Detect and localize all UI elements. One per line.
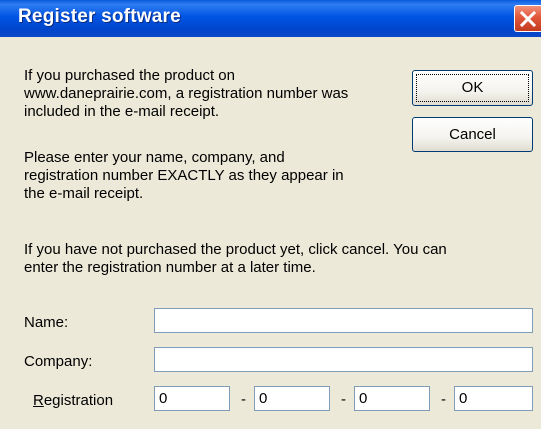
cancel-info-text: If you have not purchased the product ye…: [24, 241, 447, 276]
registration-field-3[interactable]: 0: [354, 386, 430, 411]
cancel-button[interactable]: Cancel: [412, 117, 533, 152]
company-label: Company:: [24, 353, 93, 370]
registration-label: Registration: [33, 392, 114, 409]
registration-separator: -: [241, 391, 246, 408]
close-icon: [520, 11, 536, 27]
registration-separator: -: [341, 391, 346, 408]
registration-separator: -: [441, 391, 446, 408]
window-title: Register software: [18, 6, 181, 27]
company-field[interactable]: [154, 347, 533, 372]
name-field[interactable]: [154, 308, 533, 333]
registration-field-2[interactable]: 0: [254, 386, 330, 411]
ok-button[interactable]: OK: [412, 70, 533, 106]
purchase-info-text: If you purchased the product on www.dane…: [24, 67, 349, 120]
name-label: Name:: [24, 314, 69, 331]
instruction-text: Please enter your name, company, and reg…: [24, 149, 344, 202]
registration-field-4[interactable]: 0: [454, 386, 533, 411]
title-bar[interactable]: Register software: [0, 0, 541, 37]
registration-field-1[interactable]: 0: [154, 386, 230, 411]
close-button[interactable]: [514, 5, 541, 32]
dialog-body: If you purchased the product on www.dane…: [0, 37, 541, 429]
ok-button-label: OK: [416, 74, 529, 102]
